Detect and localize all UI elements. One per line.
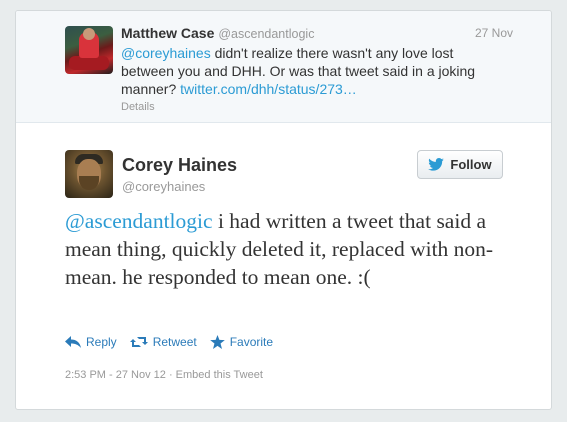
avatar-head-shape (83, 28, 95, 40)
follow-button[interactable]: Follow (417, 150, 503, 179)
details-link[interactable]: Details (121, 101, 155, 113)
parent-author-name[interactable]: Matthew Case (121, 25, 214, 41)
reply-button[interactable]: Reply (65, 335, 117, 349)
follow-button-label: Follow (450, 157, 492, 172)
reply-label: Reply (86, 335, 117, 349)
avatar-motorcycle-shape (69, 56, 109, 70)
avatar-beard-shape (79, 176, 99, 190)
favorite-label: Favorite (229, 335, 274, 349)
main-author-handle[interactable]: @coreyhaines (122, 179, 205, 194)
timestamp-separator: · (165, 369, 176, 381)
twitter-bird-icon (428, 158, 445, 171)
parent-tweet: Matthew Case @ascendantlogic 27 Nov @core… (16, 11, 551, 123)
tweet-actions: Reply Retweet Favorite (65, 335, 286, 349)
retweet-label: Retweet (152, 335, 197, 349)
parent-mention-link[interactable]: @coreyhaines (121, 45, 211, 61)
retweet-icon (129, 337, 148, 347)
parent-status-link[interactable]: twitter.com/dhh/status/273… (180, 81, 357, 97)
main-avatar[interactable] (65, 150, 113, 198)
reply-icon (65, 336, 81, 348)
parent-author[interactable]: Matthew Case @ascendantlogic (121, 25, 314, 41)
parent-author-handle[interactable]: @ascendantlogic (218, 27, 314, 41)
main-mention-link[interactable]: @ascendantlogic (65, 209, 213, 233)
tweet-card: Matthew Case @ascendantlogic 27 Nov @core… (15, 10, 552, 410)
main-tweet-text: @ascendantlogic i had written a tweet th… (65, 207, 535, 291)
parent-date[interactable]: 27 Nov (475, 26, 513, 40)
tweet-timestamp-row: 2:53 PM - 27 Nov 12 · Embed this Tweet (65, 369, 263, 381)
favorite-button[interactable]: Favorite (209, 335, 274, 349)
parent-avatar[interactable] (65, 26, 113, 74)
embed-tweet-link[interactable]: Embed this Tweet (176, 369, 263, 381)
parent-tweet-text: @coreyhaines didn't realize there wasn't… (121, 44, 501, 98)
main-author-name[interactable]: Corey Haines (122, 155, 237, 176)
retweet-button[interactable]: Retweet (129, 335, 197, 349)
tweet-timestamp[interactable]: 2:53 PM - 27 Nov 12 (65, 369, 166, 381)
favorite-icon (209, 335, 225, 349)
